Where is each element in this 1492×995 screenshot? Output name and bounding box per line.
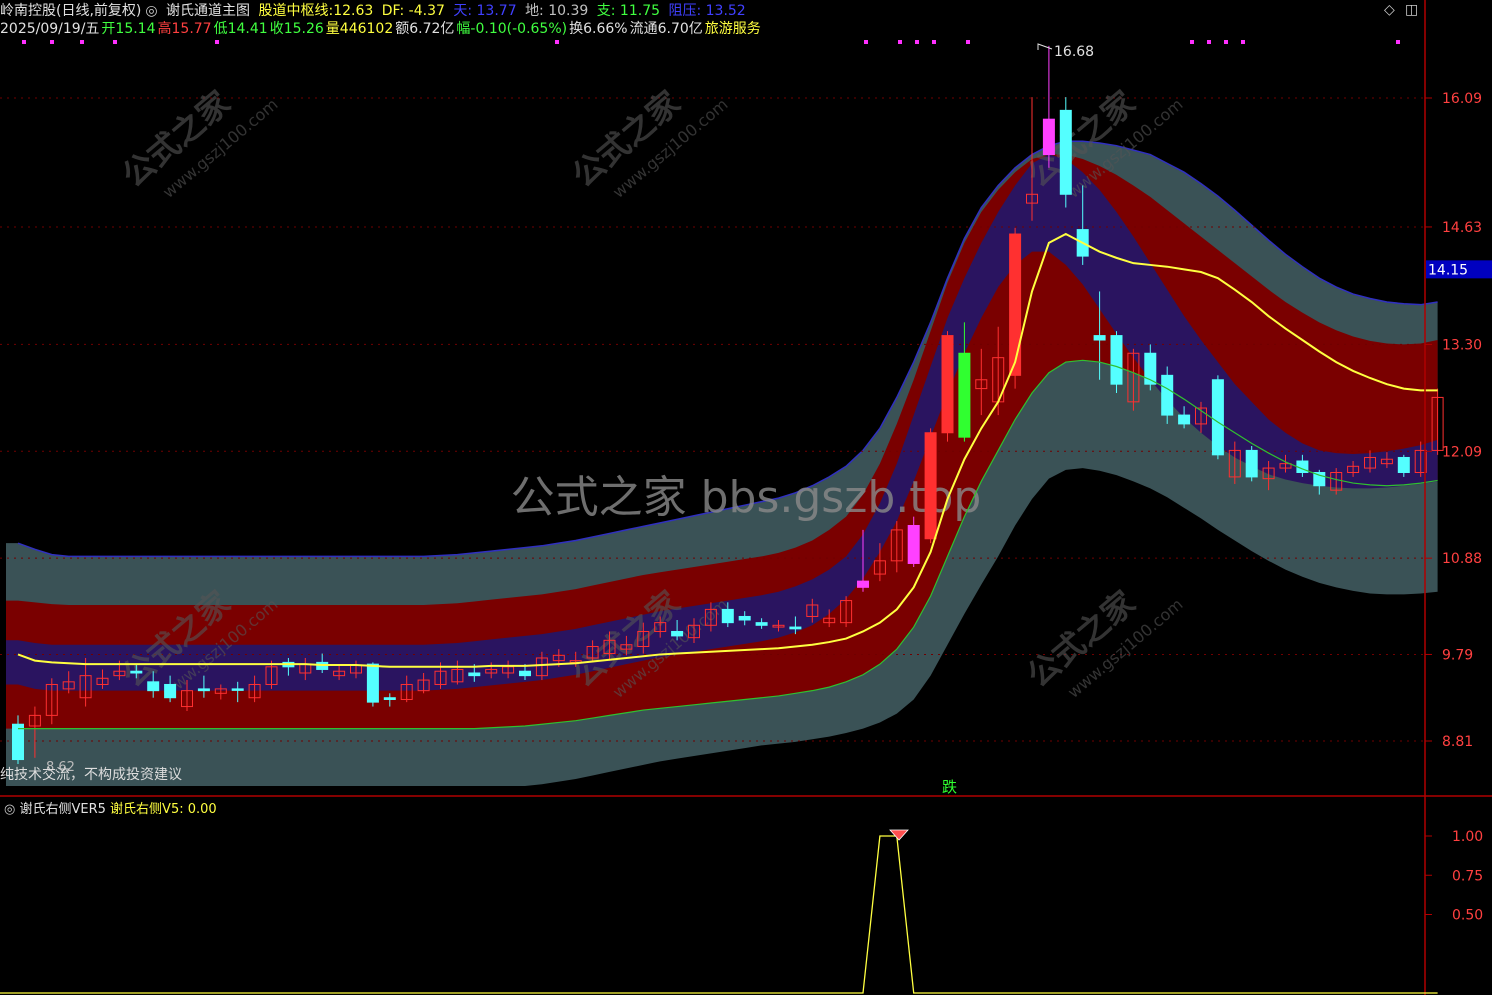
signal-dot [22, 40, 26, 44]
disclaimer-text: 纯技术交流，不构成投资建议 [0, 767, 182, 783]
signal-dot [555, 40, 559, 44]
watermark-tile: 公式之家www.gszj100.com [565, 83, 732, 201]
quote-amount: 额6.72亿 [395, 21, 455, 37]
signal-dot [1190, 40, 1194, 44]
zhi-value: 支: 11.75 [596, 3, 661, 19]
signal-dot [915, 40, 919, 44]
candlestick-chart[interactable]: 公式之家www.gszj100.com 公式之家www.gszj100.com 公式… [0, 0, 1492, 995]
signal-dot [80, 40, 84, 44]
diamond-signal-icon [889, 829, 909, 841]
quote-open: 开15.14 [101, 21, 156, 37]
sub-panel-name[interactable]: 谢氏右侧VER5 [19, 802, 105, 817]
peak-label: 16.68 [1054, 44, 1094, 60]
candle-body [366, 663, 379, 703]
signal-dot [898, 40, 902, 44]
candle-body [857, 580, 869, 588]
signal-dot [1224, 40, 1228, 44]
candle-body [671, 630, 684, 637]
candle-body [924, 432, 937, 540]
watermark-center: 公式之家 bbs.gszb.top [511, 472, 982, 523]
indicator-header: 岭南控股(日线,前复权) ◎ 谢氏通道主图 股道中枢线:12.63 DF: -4.… [0, 2, 750, 20]
candle-body [1178, 414, 1191, 425]
signal-dot [1396, 40, 1400, 44]
signal-dot [1241, 40, 1245, 44]
candle-body [1110, 335, 1123, 385]
candle-body [130, 670, 143, 674]
candle-body [1245, 449, 1258, 478]
signal-dot [113, 40, 117, 44]
candle-body [383, 697, 396, 700]
indicator-name[interactable]: 谢氏通道主图 [166, 3, 250, 19]
signal-dot [215, 40, 219, 44]
candle-body [468, 672, 481, 677]
window-toggle-icon[interactable]: ◫ [1405, 2, 1418, 18]
y-tick-label: 14.63 [1442, 220, 1482, 236]
candle-body [755, 622, 768, 626]
candle-body [1059, 109, 1072, 195]
di-value: 地: 10.39 [525, 3, 589, 19]
quote-high: 高15.77 [157, 21, 212, 37]
candle-body [147, 681, 160, 692]
y-tick-label: 12.09 [1442, 444, 1482, 460]
candle-body [231, 688, 244, 691]
candle-body [721, 608, 734, 624]
watermark-tile: 公式之家www.gszj100.com [1020, 583, 1187, 701]
sub-panel-header: ◎ 谢氏右侧VER5 谢氏右侧V5: 0.00 [4, 798, 217, 817]
candle-body [1161, 374, 1174, 416]
sub-dropdown-icon[interactable]: ◎ [4, 802, 15, 817]
sub-y-tick-label: 0.50 [1452, 908, 1483, 924]
current-price-tag: 14.15 [1428, 262, 1468, 278]
signal-dot [932, 40, 936, 44]
sub-y-tick-label: 0.75 [1452, 868, 1483, 884]
center-value: 12.63 [333, 3, 374, 19]
candle-body [1313, 471, 1326, 487]
peak-arrow [1037, 43, 1053, 50]
candle-body [519, 670, 531, 677]
y-tick-label: 13.30 [1442, 337, 1482, 353]
y-tick-label: 10.88 [1442, 551, 1482, 567]
candle-body [12, 723, 24, 761]
y-tick-label: 8.81 [1442, 734, 1473, 750]
candle-body [789, 626, 802, 630]
quote-low: 低14.41 [213, 21, 268, 37]
quote-line: 2025/09/19/五 开15.14 高15.77 低14.41 收15.26 量446… [0, 20, 765, 38]
candle-body [1211, 379, 1224, 456]
y-tick-label: 9.79 [1442, 647, 1473, 663]
signal-label: 跌 [942, 778, 957, 796]
quote-sector[interactable]: 旅游服务 [705, 21, 761, 37]
df-value: DF: -4.37 [381, 3, 445, 19]
candle-body [738, 615, 751, 621]
signal-dot [966, 40, 970, 44]
diamond-icon[interactable]: ◇ [1384, 2, 1395, 18]
sub-indicator-panel: 1.00 0.75 0.50 [0, 829, 1483, 994]
candle-body [197, 688, 210, 692]
center-label: 股道中枢线: [258, 3, 334, 19]
sub-y-tick-label: 1.00 [1452, 829, 1483, 845]
quote-float: 流通6.70亿 [629, 21, 703, 37]
quote-volume: 量446102 [325, 21, 394, 37]
quote-date: 2025/09/19/五 [0, 21, 100, 37]
quote-close: 收15.26 [269, 21, 324, 37]
dropdown-icon[interactable]: ◎ [145, 3, 157, 19]
candle-body [1093, 335, 1106, 341]
watermark-tile: 公式之家www.gszj100.com [115, 83, 282, 201]
stock-name[interactable]: 岭南控股(日线,前复权) [0, 3, 141, 19]
y-tick-label: 16.09 [1442, 91, 1482, 107]
candle-body [907, 524, 920, 564]
candle-body [164, 683, 177, 699]
candle-body [958, 352, 971, 438]
signal-dot [50, 40, 54, 44]
quote-change: 幅-0.10(-0.65%) [456, 21, 568, 37]
candle-body [1009, 233, 1022, 376]
zuya-value: 阻压: 13.52 [668, 3, 746, 19]
quote-turnover: 换6.66% [569, 21, 628, 37]
candle-body [941, 335, 954, 434]
signal-dot [1207, 40, 1211, 44]
sub-signal-line [0, 835, 1438, 994]
tian-value: 天: 13.77 [453, 3, 517, 19]
candle-body [1042, 118, 1055, 156]
sub-panel-value: 谢氏右侧V5: 0.00 [110, 802, 217, 817]
candle-body [1397, 456, 1410, 473]
signal-dot [864, 40, 868, 44]
